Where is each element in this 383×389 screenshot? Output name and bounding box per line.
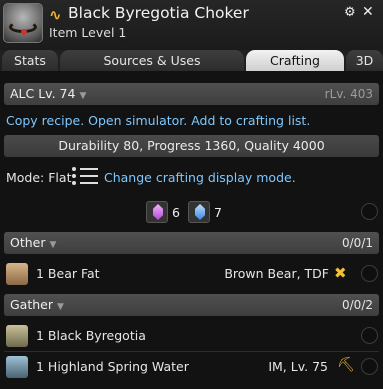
item-source: IM, Lv. 75 — [268, 359, 328, 374]
gather-group-label: Gather — [10, 297, 53, 312]
spring-water-icon — [6, 356, 28, 378]
caret-down-icon: ▼ — [79, 91, 87, 101]
change-display-mode-link[interactable]: Change crafting display mode. — [104, 170, 296, 185]
list-item[interactable]: 1 Black Byregotia — [0, 321, 383, 351]
tab-sources-uses[interactable]: Sources & Uses — [60, 50, 244, 71]
water-crystal-count: 7 — [214, 205, 222, 220]
tab-3d[interactable]: 3D — [346, 50, 383, 71]
mode-label: Mode: Flat — [6, 170, 72, 185]
recipe-level: rLv. 403 — [324, 87, 373, 101]
caret-down-icon: ▼ — [57, 302, 64, 312]
crystals-checkbox[interactable] — [361, 203, 378, 220]
item-checkbox[interactable] — [361, 265, 378, 282]
item-name: 1 Black Byregotia — [36, 328, 146, 343]
list-icon[interactable] — [72, 166, 98, 186]
other-group-header[interactable]: Other ▼ 0/0/1 — [4, 232, 379, 254]
item-header: ∿ Black Byregotia Choker Item Level 1 ⚙ … — [0, 0, 383, 50]
tab-stats[interactable]: Stats — [2, 50, 58, 71]
item-checkbox[interactable] — [361, 358, 378, 375]
mining-pick-icon: ⛏ — [337, 357, 355, 373]
item-source: Brown Bear, TDF — [224, 266, 329, 281]
black-byregotia-icon — [6, 325, 28, 347]
recipe-job-header[interactable]: ALC Lv. 74 ▼ rLv. 403 — [4, 83, 379, 105]
item-name: 1 Highland Spring Water — [36, 359, 189, 374]
recipe-links[interactable]: Copy recipe. Open simulator. Add to craf… — [6, 113, 310, 128]
hunt-icon: ✖ — [334, 264, 347, 282]
recipe-stats: Durability 80, Progress 1360, Quality 40… — [4, 135, 379, 157]
other-group-count: 0/0/1 — [342, 236, 373, 250]
bear-fat-icon — [6, 263, 28, 285]
gather-group-count: 0/0/2 — [342, 298, 373, 312]
grand-company-icon: ∿ — [49, 6, 62, 24]
lightning-crystal-count: 6 — [172, 205, 180, 220]
item-name: 1 Bear Fat — [36, 266, 100, 281]
item-checkbox[interactable] — [361, 327, 378, 344]
choker-item-icon — [3, 3, 43, 43]
lightning-crystal-icon — [146, 201, 168, 223]
close-icon[interactable]: ✕ — [362, 4, 374, 20]
gear-icon[interactable]: ⚙ — [344, 5, 356, 20]
item-title: Black Byregotia Choker — [68, 4, 249, 22]
list-item[interactable]: 1 Highland Spring Water IM, Lv. 75 ⛏ — [0, 352, 383, 382]
job-level-label: ALC Lv. 74 — [10, 86, 76, 101]
other-group-label: Other — [10, 235, 46, 250]
caret-down-icon: ▼ — [49, 240, 57, 250]
item-level: Item Level 1 — [49, 25, 127, 40]
gather-group-header[interactable]: Gather ▼ 0/0/2 — [4, 294, 379, 316]
tab-bar: Stats Sources & Uses Crafting 3D — [0, 50, 383, 71]
water-crystal-icon — [188, 201, 210, 223]
list-item[interactable]: 1 Bear Fat Brown Bear, TDF ✖ — [0, 259, 383, 289]
tab-crafting[interactable]: Crafting — [246, 50, 344, 71]
